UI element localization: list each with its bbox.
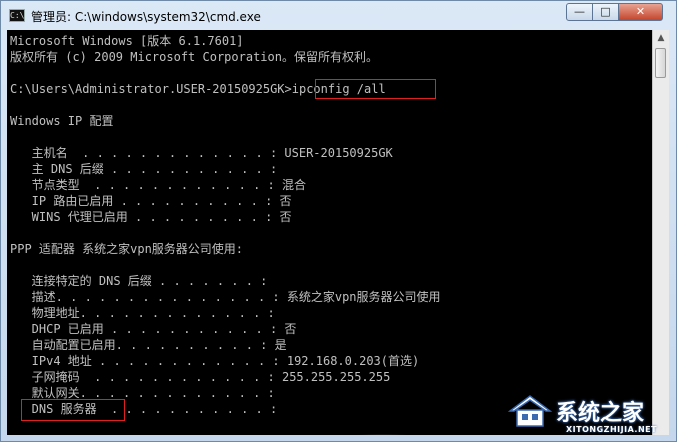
watermark-site-name: 系统之家	[556, 401, 645, 426]
watermark-logo: 系统之家 XITONGZHIJIA.NET	[506, 389, 676, 441]
console-line: 自动配置已启用. . . . . . . . . . : 是	[10, 338, 287, 352]
console-line: 子网掩码 . . . . . . . . . . . . : 255.255.2…	[10, 370, 391, 384]
console-line: IPv4 地址 . . . . . . . . . . . . : 192.16…	[10, 354, 420, 368]
console-line: 主机名 . . . . . . . . . . . . . : USER-201…	[10, 146, 393, 160]
console-line: 版权所有 (c) 2009 Microsoft Corporation。保留所有…	[10, 50, 378, 64]
window-title: 管理员: C:\windows\system32\cmd.exe	[31, 10, 261, 24]
title-bar[interactable]: C:\ 管理员: C:\windows\system32\cmd.exe — □…	[1, 1, 676, 31]
close-button[interactable]: ✕	[618, 3, 663, 21]
command-highlight-box	[315, 79, 436, 99]
console-line: Windows IP 配置	[10, 114, 114, 128]
house-logo-icon	[507, 395, 553, 427]
console-line: 节点类型 . . . . . . . . . . . . : 混合	[10, 178, 306, 192]
console-output[interactable]: Microsoft Windows [版本 6.1.7601] 版权所有 (c)…	[7, 30, 652, 435]
dns-server-highlight-box	[21, 399, 125, 421]
console-line: WINS 代理已启用 . . . . . . . . . : 否	[10, 210, 292, 224]
minimize-button[interactable]: —	[566, 3, 593, 21]
vertical-scrollbar[interactable]: ▲	[652, 30, 669, 435]
blurred-value	[317, 434, 447, 435]
console-line: 描述. . . . . . . . . . . . . . . : 系统之家vp…	[10, 290, 441, 304]
watermark-site-url: XITONGZHIJIA.NET	[566, 425, 658, 434]
console-line: IP 路由已启用 . . . . . . . . . . : 否	[10, 194, 292, 208]
console-line: PPP 适配器 系统之家vpn服务器公司使用:	[10, 242, 244, 256]
cmd-window: C:\ 管理员: C:\windows\system32\cmd.exe — □…	[0, 0, 677, 442]
scrollbar-thumb[interactable]	[655, 48, 666, 78]
console-line: 连接特定的 DNS 后缀 . . . . . . . :	[10, 274, 268, 288]
cmd-app-icon[interactable]: C:\	[9, 9, 25, 22]
console-line: Microsoft Windows [版本 6.1.7601]	[10, 34, 244, 48]
console-line: DHCP 已启用 . . . . . . . . . . . : 否	[10, 322, 297, 336]
console-line: 主 DNS 后缀 . . . . . . . . . . . :	[10, 162, 278, 176]
console-line: 物理地址. . . . . . . . . . . . . :	[10, 306, 275, 320]
scroll-up-arrow-icon[interactable]: ▲	[653, 30, 669, 47]
maximize-button[interactable]: □	[592, 3, 619, 21]
